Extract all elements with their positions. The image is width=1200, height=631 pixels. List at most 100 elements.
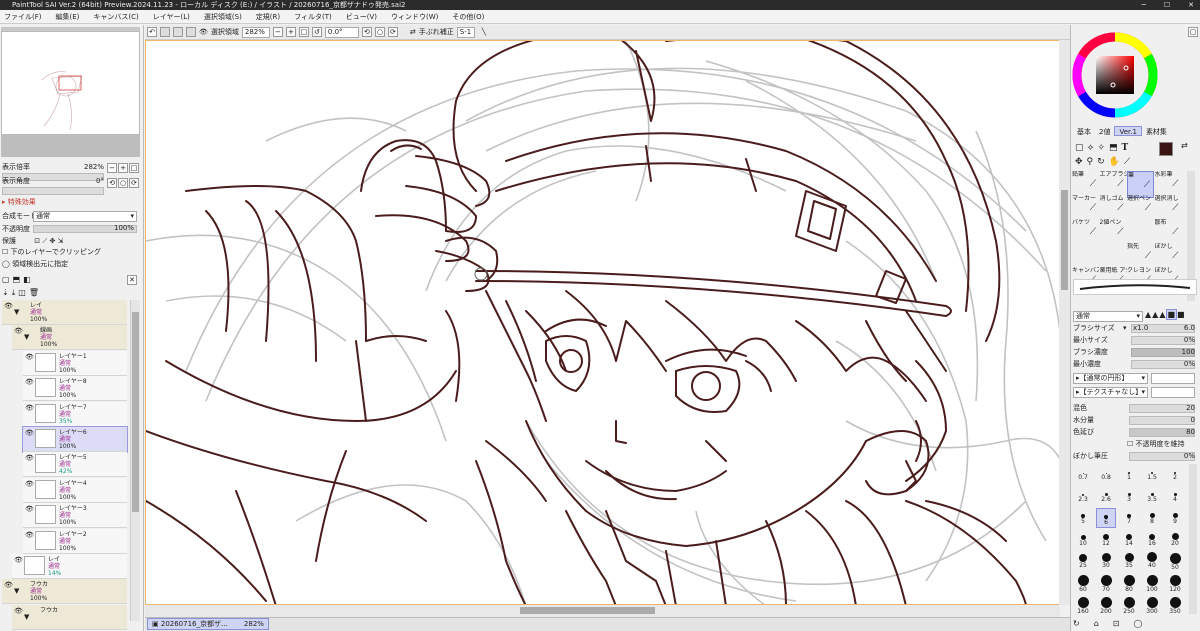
- brush-size-preset[interactable]: 1.5: [1142, 464, 1162, 484]
- angle-slider[interactable]: [2, 187, 104, 195]
- folder-toggle-icon[interactable]: ▼: [24, 613, 32, 621]
- tool-blank[interactable]: [1127, 219, 1154, 246]
- swap-colors-icon[interactable]: ⇄: [1181, 141, 1188, 150]
- brush-mode-select[interactable]: 通常 ▾: [1073, 311, 1143, 322]
- minimize-icon[interactable]: ─: [1142, 0, 1146, 10]
- close-icon[interactable]: ✕: [1188, 0, 1194, 10]
- keep-opacity-checkbox[interactable]: ☐ 不透明度を維持: [1127, 439, 1185, 450]
- layer-folder[interactable]: 👁 ▼ レイ 通常 100%: [2, 300, 127, 325]
- brush-texture-select[interactable]: ▸【テクスチャなし】 ▾: [1073, 387, 1148, 398]
- maximize-icon[interactable]: ☐: [1164, 0, 1170, 10]
- brush-size-preset[interactable]: 250: [1119, 596, 1139, 616]
- min-size-row[interactable]: 最小サイズ 0%: [1073, 335, 1197, 346]
- min-density-row[interactable]: 最小濃度 0%: [1073, 359, 1197, 370]
- new-folder-icon[interactable]: ⬒: [13, 275, 24, 284]
- nav-zoom-reset-button[interactable]: □: [129, 163, 139, 173]
- blend-row[interactable]: 混色 20: [1073, 403, 1197, 414]
- tool-select-erase[interactable]: 選択消し ⟋: [1155, 195, 1182, 222]
- tool-blank[interactable]: [1100, 243, 1127, 270]
- tool-eraser[interactable]: 消しゴム ⟋: [1100, 195, 1127, 222]
- tool-watercolor[interactable]: 水彩筆 ⟋: [1155, 171, 1182, 198]
- eye-icon[interactable]: 👁: [14, 556, 23, 564]
- eye-icon[interactable]: 👁: [25, 404, 34, 412]
- redo-icon[interactable]: [160, 27, 170, 37]
- brush-size-preset[interactable]: 6: [1096, 508, 1116, 528]
- eye-icon[interactable]: 👁: [25, 454, 34, 462]
- layer-item[interactable]: 👁 レイヤー1 通常 100%: [23, 350, 127, 376]
- brush-size-preset[interactable]: 14: [1119, 530, 1139, 550]
- folder-toggle-icon[interactable]: ▼: [14, 308, 22, 316]
- rotate-left-button[interactable]: ↺: [311, 27, 322, 37]
- tool-binary-pen[interactable]: 2値ペン ⟋: [1100, 219, 1127, 246]
- tool-airbrush[interactable]: エアブラシ ⟋: [1100, 171, 1127, 198]
- magic-wand-icon[interactable]: ✧: [1097, 143, 1109, 153]
- effects-section[interactable]: ▸ 特殊効果: [2, 197, 36, 208]
- navigator-preview[interactable]: [1, 31, 140, 135]
- settings-icon[interactable]: ⌂: [1094, 619, 1113, 628]
- zoom-out-button[interactable]: −: [272, 27, 283, 37]
- brush-size-preset[interactable]: 20: [1165, 530, 1185, 550]
- stabilizer-select[interactable]: S-1: [456, 26, 475, 38]
- brush-size-preset[interactable]: 25: [1073, 552, 1093, 572]
- brush-texture-strength[interactable]: [1151, 387, 1195, 398]
- move-icon[interactable]: ✥: [1075, 157, 1087, 167]
- clear-icon[interactable]: ◯: [1133, 619, 1156, 628]
- transfer-icon[interactable]: ⇣: [2, 288, 12, 297]
- brush-size-preset[interactable]: 350: [1165, 596, 1185, 616]
- density-row[interactable]: ブラシ濃度 100: [1073, 347, 1197, 358]
- brush-size-preset[interactable]: 4: [1165, 486, 1185, 506]
- brush-shape-strength[interactable]: [1151, 373, 1195, 384]
- lasso-icon[interactable]: ⟡: [1088, 143, 1098, 153]
- menu-item[interactable]: レイヤー(L): [153, 12, 190, 22]
- rotate-reset-button[interactable]: ○: [374, 27, 385, 37]
- brush-size-preset[interactable]: 9: [1165, 508, 1185, 528]
- eye-icon[interactable]: 👁: [199, 28, 208, 36]
- tool-marker[interactable]: マーカー ⟋: [1072, 195, 1099, 222]
- primary-color-swatch[interactable]: [1159, 142, 1173, 156]
- clear-icon[interactable]: ◫: [18, 288, 29, 297]
- zoom-icon[interactable]: ⚲: [1087, 157, 1098, 167]
- eye-icon[interactable]: 👁: [4, 581, 13, 589]
- tool-blur[interactable]: ぼかし ⟋: [1155, 243, 1182, 270]
- lock-icon[interactable]: ⊡ ⟋ ✥ ⇲: [34, 237, 63, 245]
- menu-item[interactable]: フィルタ(T): [294, 12, 332, 22]
- zoom-field[interactable]: 282%: [241, 26, 270, 38]
- canvas-hscroll[interactable]: [145, 605, 1060, 617]
- tool-brush[interactable]: 筆 ⟋: [1127, 171, 1154, 198]
- color-tab[interactable]: 基本: [1073, 127, 1095, 137]
- layer-folder[interactable]: 👁 ▼ フウカ: [12, 604, 127, 630]
- zoom-reset-button[interactable]: □: [298, 27, 309, 37]
- layer-scroll-thumb[interactable]: [132, 312, 139, 512]
- trash-icon[interactable]: 🗑: [29, 288, 42, 297]
- persistence-row[interactable]: 色延び 80: [1073, 427, 1197, 438]
- brush-size-preset[interactable]: 120: [1165, 574, 1185, 594]
- eye-icon[interactable]: 👁: [25, 378, 34, 386]
- rotate-ccw-button[interactable]: ⟲: [361, 27, 372, 37]
- tool-bucket[interactable]: バケツ ⟋: [1072, 219, 1099, 246]
- brush-size-preset[interactable]: 3: [1119, 486, 1139, 506]
- menu-item[interactable]: キャンバス(C): [93, 12, 138, 22]
- eye-icon[interactable]: 👁: [25, 531, 34, 539]
- brush-size-preset[interactable]: 10: [1073, 530, 1093, 550]
- opacity-slider[interactable]: 100%: [33, 224, 137, 233]
- brush-size-preset[interactable]: 50: [1165, 552, 1185, 572]
- menu-item[interactable]: ウィンドウ(W): [391, 12, 438, 22]
- nav-rotate-cw-button[interactable]: ⟳: [129, 178, 139, 188]
- eye-icon[interactable]: 👁: [25, 429, 34, 437]
- brush-size-preset[interactable]: 70: [1096, 574, 1116, 594]
- canvas-vscroll-thumb[interactable]: [1061, 190, 1068, 290]
- brush-size-preset[interactable]: 8: [1142, 508, 1162, 528]
- brush-size-preset[interactable]: 35: [1119, 552, 1139, 572]
- clipping-checkbox[interactable]: ☐ 下のレイヤーでクリッピング: [2, 247, 101, 258]
- canvas-vscroll[interactable]: [1059, 40, 1070, 605]
- tip-square-icon[interactable]: ■: [1166, 309, 1178, 320]
- tool-scatter[interactable]: 散布 ⟋: [1155, 219, 1182, 246]
- brush-size-preset[interactable]: 2.3: [1073, 486, 1093, 506]
- brush-size-preset[interactable]: 40: [1142, 552, 1162, 572]
- tool-finger[interactable]: 指先 ⟋: [1127, 243, 1154, 270]
- undo-icon[interactable]: ↶: [147, 27, 157, 37]
- deselect-button[interactable]: [173, 27, 183, 37]
- eye-icon[interactable]: 👁: [25, 505, 34, 513]
- brush-size-preset[interactable]: 0.7: [1073, 464, 1093, 484]
- tool-blank[interactable]: [1072, 243, 1099, 270]
